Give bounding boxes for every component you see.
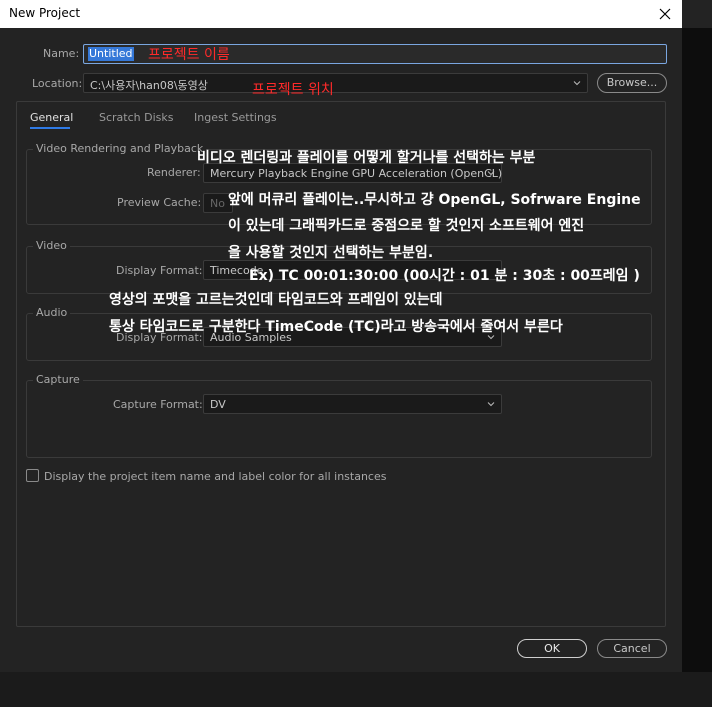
cancel-button[interactable]: Cancel	[597, 639, 667, 658]
location-value: C:\사용자\han08\동영상	[90, 79, 208, 92]
chevron-down-icon	[487, 402, 495, 407]
preview-cache-value: No	[210, 197, 225, 210]
preview-cache-label: Preview Cache:	[117, 196, 202, 209]
browse-button[interactable]: Browse...	[597, 73, 667, 93]
display-label-color-checkbox[interactable]	[26, 469, 39, 482]
new-project-dialog: New Project Name: Untitled 프로젝트 이름 Locat…	[0, 0, 682, 672]
annotation-renderer-line-3: 이 있는데 그래픽카드로 중점으로 할 것인지 소프트웨어 엔진	[228, 218, 585, 234]
annotation-location: 프로젝트 위치	[252, 82, 334, 98]
annotation-format-line-2: 통상 타임코드로 구분한다 TimeCode (TC)라고 방송국에서 줄여서 …	[109, 319, 563, 335]
location-label: Location:	[32, 77, 83, 90]
title-bar: New Project	[0, 0, 682, 28]
close-button[interactable]	[652, 2, 678, 26]
audio-header: Audio	[33, 306, 71, 319]
location-dropdown[interactable]: C:\사용자\han08\동영상	[83, 73, 588, 93]
video-header: Video	[33, 239, 70, 252]
video-display-format-label: Display Format:	[116, 264, 203, 277]
name-label: Name:	[43, 47, 80, 60]
capture-format-dropdown[interactable]: DV	[203, 394, 502, 414]
video-rendering-header: Video Rendering and Playback	[33, 142, 207, 155]
annotation-renderer-line-4: 을 사용할 것인지 선택하는 부분임.	[228, 245, 434, 261]
background-edge	[682, 28, 712, 672]
annotation-format-line-1: 영상의 포맷을 고르는것인데 타임코드와 프레임이 있는데	[109, 292, 443, 308]
name-input-value: Untitled	[88, 47, 134, 61]
capture-header: Capture	[33, 373, 83, 386]
window-title: New Project	[9, 6, 81, 20]
annotation-name: 프로젝트 이름	[148, 47, 230, 63]
annotation-renderer-line-1: 비디오 렌더링과 플레이를 어떻게 할거나를 선택하는 부분	[197, 150, 536, 166]
capture-format-value: DV	[210, 398, 226, 411]
renderer-label: Renderer:	[147, 166, 201, 179]
annotation-timecode-example: Ex) TC 00:01:30:00 (00시간 : 01 분 : 30초 : …	[249, 268, 640, 284]
close-icon	[659, 8, 671, 20]
renderer-value: Mercury Playback Engine GPU Acceleration…	[210, 167, 503, 180]
display-label-color-label: Display the project item name and label …	[44, 470, 387, 483]
annotation-renderer-line-2: 앞에 머큐리 플레이는..무시하고 걍 OpenGL, Sofrware Eng…	[228, 192, 641, 208]
chevron-down-icon	[487, 171, 495, 176]
capture-format-label: Capture Format:	[113, 398, 203, 411]
capture-group	[26, 380, 652, 458]
background-strip	[0, 672, 712, 707]
chevron-down-icon	[573, 81, 581, 86]
ok-button[interactable]: OK	[517, 639, 587, 658]
